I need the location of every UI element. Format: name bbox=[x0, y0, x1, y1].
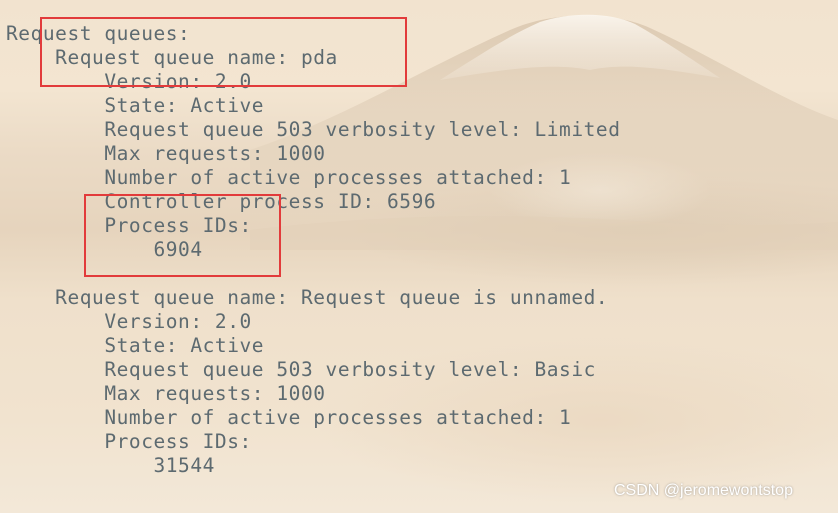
terminal-line: Max requests: 1000 bbox=[6, 142, 326, 165]
terminal-line: Number of active processes attached: 1 bbox=[6, 166, 572, 189]
highlight-box-process-ids bbox=[84, 194, 281, 277]
terminal-line: Version: 2.0 bbox=[6, 310, 252, 333]
highlight-box-queue-name bbox=[40, 17, 407, 87]
terminal-line: Max requests: 1000 bbox=[6, 382, 326, 405]
terminal-line: State: Active bbox=[6, 334, 265, 357]
terminal-line: Number of active processes attached: 1 bbox=[6, 406, 572, 429]
terminal-line: Request queue 503 verbosity level: Limit… bbox=[6, 118, 621, 141]
terminal-line: State: Active bbox=[6, 94, 265, 117]
watermark-text: CSDN @jeromewontstop bbox=[614, 482, 793, 499]
terminal-line: Request queue 503 verbosity level: Basic bbox=[6, 358, 596, 381]
terminal-line: 31544 bbox=[6, 454, 215, 477]
terminal-line: Request queue name: Request queue is unn… bbox=[6, 286, 609, 309]
terminal-line: Process IDs: bbox=[6, 430, 252, 453]
